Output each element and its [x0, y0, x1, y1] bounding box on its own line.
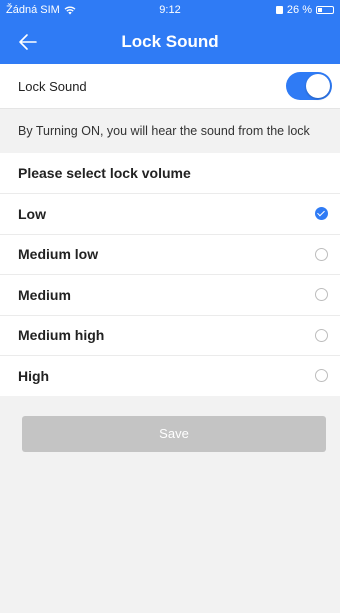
volume-option-high[interactable]: High [0, 355, 340, 396]
header: Žádná SIM 9:12 26 % Lock Sound [0, 0, 340, 64]
radio-icon[interactable] [315, 369, 328, 383]
status-bar: Žádná SIM 9:12 26 % [0, 0, 340, 20]
option-label: Low [18, 205, 46, 222]
option-label: High [18, 367, 50, 384]
volume-option-medium-high[interactable]: Medium high [0, 314, 340, 356]
save-button[interactable]: Save [22, 415, 326, 452]
option-label: Medium low [18, 246, 99, 263]
radio-icon[interactable] [315, 288, 328, 302]
back-arrow-icon[interactable] [16, 30, 40, 54]
toggle-knob [306, 74, 330, 98]
nav-bar: Lock Sound [0, 20, 340, 64]
lock-sound-description: By Turning ON, you will hear the sound f… [0, 109, 340, 153]
carrier-label: Žádná SIM [6, 4, 60, 16]
orientation-lock-icon [275, 6, 283, 14]
lock-sound-label: Lock Sound [18, 78, 87, 94]
checked-radio-icon[interactable] [315, 207, 328, 221]
lock-sound-row: Lock Sound [0, 64, 340, 109]
save-container: Save [0, 396, 340, 452]
battery-icon [316, 6, 334, 14]
page-title: Lock Sound [121, 32, 219, 51]
option-label: Medium high [18, 327, 105, 344]
radio-icon[interactable] [315, 247, 328, 261]
volume-option-medium[interactable]: Medium [0, 274, 340, 315]
battery-percent: 26 % [286, 4, 312, 16]
volume-header: Please select lock volume [18, 165, 191, 181]
wifi-icon [64, 6, 76, 14]
option-label: Medium [18, 286, 71, 303]
volume-section: Please select lock volume Low Medium low… [0, 153, 340, 396]
volume-option-medium-low[interactable]: Medium low [0, 233, 340, 275]
radio-icon[interactable] [315, 328, 328, 342]
lock-sound-toggle[interactable] [286, 72, 332, 100]
volume-option-low[interactable]: Low [0, 193, 340, 234]
